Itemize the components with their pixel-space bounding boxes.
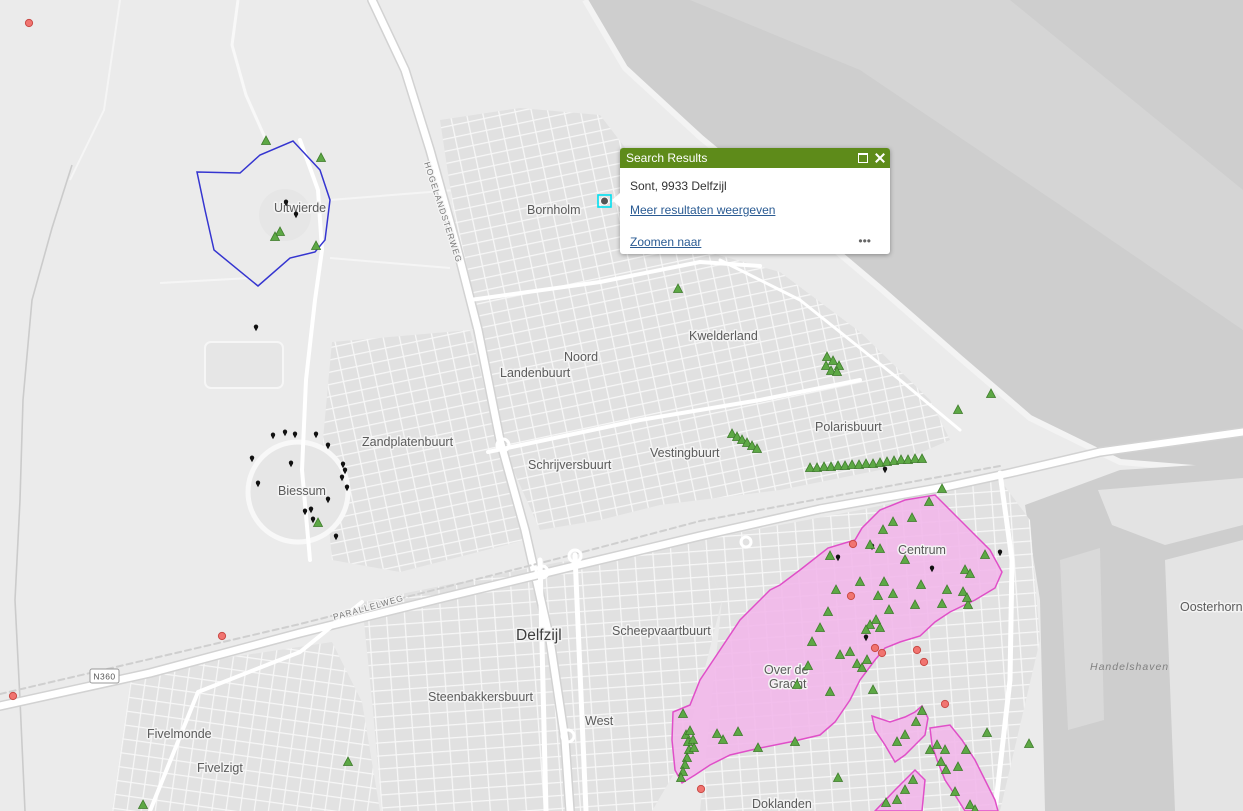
uitwierde-village bbox=[259, 189, 311, 241]
label-zandplatenbuurt: Zandplatenbuurt bbox=[362, 435, 454, 449]
circle-marker-icon[interactable] bbox=[24, 18, 34, 28]
result-address: Sont, 9933 Delfzijl bbox=[630, 179, 727, 193]
label-vestingbuurt: Vestingbuurt bbox=[650, 446, 720, 460]
zoom-to-link[interactable]: Zoomen naar bbox=[630, 235, 701, 249]
circle-marker-icon[interactable] bbox=[877, 648, 887, 658]
label-delfzijl: Delfzijl bbox=[516, 627, 562, 644]
circle-marker-icon[interactable] bbox=[8, 691, 18, 701]
label-handelshaven: Handelshaven bbox=[1090, 661, 1169, 673]
label-oosterhorn: Oosterhorn bbox=[1180, 600, 1243, 614]
label-uitwierde: Uitwierde bbox=[274, 201, 326, 215]
circle-marker-icon[interactable] bbox=[848, 539, 858, 549]
map-view[interactable]: Uitwierde Bornholm Noord Landenbuurt Kwe… bbox=[0, 0, 1243, 811]
oosterhorn-land bbox=[1165, 540, 1243, 811]
label-west: West bbox=[585, 714, 614, 728]
popup-title: Search Results bbox=[626, 151, 708, 165]
basemap[interactable]: Uitwierde Bornholm Noord Landenbuurt Kwe… bbox=[0, 0, 1243, 811]
label-schrijversbuurt: Schrijversbuurt bbox=[528, 458, 612, 472]
label-landenbuurt: Landenbuurt bbox=[500, 366, 571, 380]
circle-marker-icon[interactable] bbox=[217, 631, 227, 641]
road-shield-n360: N360 bbox=[89, 668, 120, 684]
circle-marker-icon[interactable] bbox=[846, 591, 856, 601]
label-over-de: Over de bbox=[764, 663, 809, 677]
label-fivelzigt: Fivelzigt bbox=[197, 761, 243, 775]
label-biessum: Biessum bbox=[278, 484, 326, 498]
circle-marker-icon[interactable] bbox=[696, 784, 706, 794]
label-steenbakkersbuurt: Steenbakkersbuurt bbox=[428, 690, 533, 704]
search-result-point[interactable] bbox=[600, 196, 609, 206]
label-bornholm: Bornholm bbox=[527, 203, 581, 217]
more-results-link[interactable]: Meer resultaten weergeven bbox=[630, 203, 775, 217]
label-scheepvaartbuurt: Scheepvaartbuurt bbox=[612, 624, 711, 638]
circle-marker-icon[interactable] bbox=[870, 643, 880, 653]
label-n360: N360 bbox=[93, 672, 115, 682]
label-doklanden: Doklanden bbox=[752, 797, 812, 811]
close-icon[interactable] bbox=[873, 151, 887, 165]
label-polarisbuurt: Polarisbuurt bbox=[815, 420, 882, 434]
label-noord: Noord bbox=[564, 350, 598, 364]
maximize-icon[interactable] bbox=[858, 153, 868, 163]
more-options-icon[interactable]: ••• bbox=[858, 234, 871, 248]
circle-marker-icon[interactable] bbox=[940, 699, 950, 709]
label-fivelmonde: Fivelmonde bbox=[147, 727, 212, 741]
circle-marker-icon[interactable] bbox=[912, 645, 922, 655]
sports-field bbox=[204, 341, 284, 389]
label-kwelderland: Kwelderland bbox=[689, 329, 758, 343]
circle-marker-icon[interactable] bbox=[919, 657, 929, 667]
search-results-popup: Search Results Sont, 9933 Delfzijl Meer … bbox=[612, 148, 890, 254]
popup-header: Search Results bbox=[620, 148, 890, 168]
